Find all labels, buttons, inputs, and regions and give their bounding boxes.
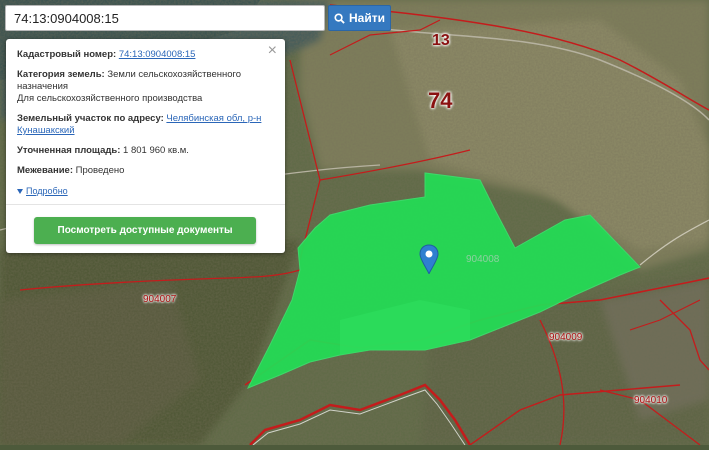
divider [6, 203, 285, 205]
view-documents-button[interactable]: Посмотреть доступные документы [34, 217, 256, 244]
parcel-info-popup: × Кадастровый номер: 74:13:0904008:15 Ка… [6, 39, 285, 253]
area-row: Уточненная площадь: 1 801 960 кв.м. [17, 145, 273, 157]
quarter-label-904008: 904008 [466, 254, 500, 265]
search-input[interactable] [5, 5, 325, 31]
area-label: Уточненная площадь: [17, 145, 121, 156]
cadastral-number-row: Кадастровый номер: 74:13:0904008:15 [17, 49, 273, 61]
address-label: Земельный участок по адресу: [17, 113, 164, 124]
land-category-row: Категория земель: Земли сельскохозяйстве… [17, 69, 273, 105]
land-category-label: Категория земель: [17, 69, 105, 80]
location-marker-icon[interactable] [419, 244, 439, 276]
cadastral-number-label: Кадастровый номер: [17, 49, 117, 60]
close-icon[interactable]: × [268, 43, 277, 59]
details-link-label: Подробно [26, 186, 68, 196]
search-icon [334, 12, 345, 24]
quarter-label-904009: 904009 [549, 332, 583, 343]
region-label-13: 13 [432, 32, 450, 49]
search-button-label: Найти [349, 11, 385, 25]
area-value: 1 801 960 кв.м. [123, 145, 189, 156]
details-link[interactable]: Подробно [17, 185, 68, 197]
survey-row: Межевание: Проведено [17, 165, 273, 177]
cadastral-number-link[interactable]: 74:13:0904008:15 [119, 49, 196, 60]
quarter-label-904007: 904007 [143, 294, 177, 305]
survey-value: Проведено [75, 165, 125, 176]
region-label-74: 74 [428, 88, 453, 113]
triangle-down-icon [17, 188, 23, 194]
quarter-label-904010: 904010 [634, 395, 668, 406]
land-use-value: Для сельскохозяйственного производства [17, 93, 203, 104]
address-row: Земельный участок по адресу: Челябинская… [17, 113, 273, 137]
survey-label: Межевание: [17, 165, 73, 176]
search-button[interactable]: Найти [328, 5, 391, 31]
